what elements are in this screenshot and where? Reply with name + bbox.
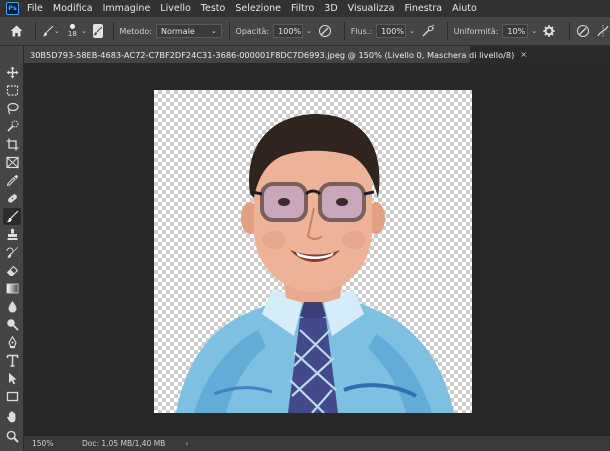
- menu-aiuto[interactable]: Aiuto: [452, 3, 477, 14]
- marquee-tool-icon[interactable]: [3, 82, 21, 99]
- flow-dropdown-icon[interactable]: ⌄: [409, 27, 415, 35]
- options-divider: [569, 22, 571, 40]
- menu-bar: Ps File Modifica Immagine Livello Testo …: [0, 0, 610, 17]
- document-canvas[interactable]: [154, 90, 472, 413]
- crop-tool-icon[interactable]: [3, 136, 21, 153]
- airbrush-icon[interactable]: [421, 23, 435, 39]
- opacity-input[interactable]: 100%: [273, 24, 304, 38]
- brush-size-picker[interactable]: 18: [68, 24, 77, 38]
- menu-selezione[interactable]: Selezione: [235, 3, 281, 14]
- history-brush-tool-icon[interactable]: [3, 244, 21, 261]
- menu-testo[interactable]: Testo: [201, 3, 226, 14]
- menu-livello[interactable]: Livello: [160, 3, 191, 14]
- blur-tool-icon[interactable]: [3, 298, 21, 315]
- dodge-tool-icon[interactable]: [3, 316, 21, 333]
- eyedropper-tool-icon[interactable]: [3, 172, 21, 189]
- brush-settings-panel-icon[interactable]: [92, 24, 103, 38]
- smoothing-input[interactable]: 10%: [502, 24, 529, 38]
- tools-panel: [0, 46, 24, 451]
- menu-file[interactable]: File: [27, 3, 43, 14]
- symmetry-icon[interactable]: [596, 23, 610, 39]
- type-tool-icon[interactable]: [3, 352, 21, 369]
- chevron-down-icon: ⌄: [210, 27, 217, 35]
- pressure-size-icon[interactable]: [576, 23, 590, 39]
- home-icon[interactable]: [9, 21, 23, 41]
- smoothing-value: 10%: [507, 26, 526, 36]
- hand-tool-icon[interactable]: [3, 408, 21, 425]
- flow-label: Flus.:: [350, 26, 373, 36]
- options-divider: [35, 22, 37, 40]
- options-bar: ⌄ 18 ⌄ Metodo: Normale ⌄ Opacità: 100% ⌄…: [0, 17, 610, 46]
- options-divider: [112, 22, 114, 40]
- options-divider: [344, 22, 345, 40]
- brush-size-dropdown-icon[interactable]: ⌄: [81, 27, 87, 35]
- smoothing-dropdown-icon[interactable]: ⌄: [531, 27, 537, 35]
- gradient-tool-icon[interactable]: [3, 280, 21, 297]
- zoom-tool-icon[interactable]: [3, 428, 21, 445]
- flow-value: 100%: [381, 26, 404, 36]
- status-bar: 150% Doc: 1,05 MB/1,40 MB ›: [24, 436, 610, 451]
- photoshop-logo-icon: Ps: [6, 2, 19, 15]
- clone-stamp-tool-icon[interactable]: [3, 226, 21, 243]
- lasso-tool-icon[interactable]: [3, 100, 21, 117]
- document-tab-bar: 30B5D793-58EB-4683-AC72-C7BF2DF24C31-368…: [24, 46, 610, 63]
- photoshop-window: Ps File Modifica Immagine Livello Testo …: [0, 0, 610, 451]
- flow-input[interactable]: 100%: [376, 24, 407, 38]
- document-tab-title: 30B5D793-58EB-4683-AC72-C7BF2DF24C31-368…: [30, 49, 515, 60]
- brush-size-label: 18: [67, 30, 77, 38]
- menu-finestra[interactable]: Finestra: [404, 3, 442, 14]
- status-menu-arrow-icon[interactable]: ›: [185, 439, 188, 448]
- portrait-photo: [176, 114, 454, 413]
- brush-preset-icon[interactable]: [42, 22, 54, 40]
- document-tab[interactable]: 30B5D793-58EB-4683-AC72-C7BF2DF24C31-368…: [24, 46, 527, 63]
- opacity-dropdown-icon[interactable]: ⌄: [306, 27, 312, 35]
- healing-brush-tool-icon[interactable]: [3, 190, 21, 207]
- menu-modifica[interactable]: Modifica: [53, 3, 93, 14]
- pen-tool-icon[interactable]: [3, 334, 21, 351]
- options-divider: [446, 22, 448, 40]
- zoom-level-field[interactable]: 150%: [32, 439, 74, 448]
- canvas-workspace[interactable]: [24, 63, 610, 436]
- options-divider: [228, 22, 230, 40]
- brush-tip-icon: [69, 24, 75, 29]
- opacity-value: 100%: [278, 26, 302, 36]
- menu-3d[interactable]: 3D: [324, 3, 337, 14]
- brush-preset-dropdown-icon[interactable]: ⌄: [54, 27, 60, 35]
- smoothing-label: Uniformità:: [453, 26, 499, 36]
- move-tool-icon[interactable]: [3, 64, 21, 81]
- close-icon[interactable]: ×: [520, 50, 527, 59]
- path-selection-tool-icon[interactable]: [3, 370, 21, 387]
- frame-tool-icon[interactable]: [3, 154, 21, 171]
- blend-method-select[interactable]: Normale ⌄: [155, 24, 222, 38]
- rectangle-tool-icon[interactable]: [3, 388, 21, 405]
- method-label: Metodo:: [119, 26, 152, 36]
- gear-icon[interactable]: [543, 24, 555, 38]
- blend-method-value: Normale: [160, 26, 195, 36]
- pressure-opacity-icon[interactable]: [318, 23, 332, 39]
- menu-filtro[interactable]: Filtro: [291, 3, 314, 14]
- quick-selection-tool-icon[interactable]: [3, 118, 21, 135]
- opacity-label: Opacità:: [235, 26, 270, 36]
- eraser-tool-icon[interactable]: [3, 262, 21, 279]
- menu-immagine[interactable]: Immagine: [103, 3, 151, 14]
- document-size-info: Doc: 1,05 MB/1,40 MB: [82, 439, 166, 448]
- brush-tool-icon[interactable]: [3, 208, 21, 225]
- menu-visualizza[interactable]: Visualizza: [348, 3, 395, 14]
